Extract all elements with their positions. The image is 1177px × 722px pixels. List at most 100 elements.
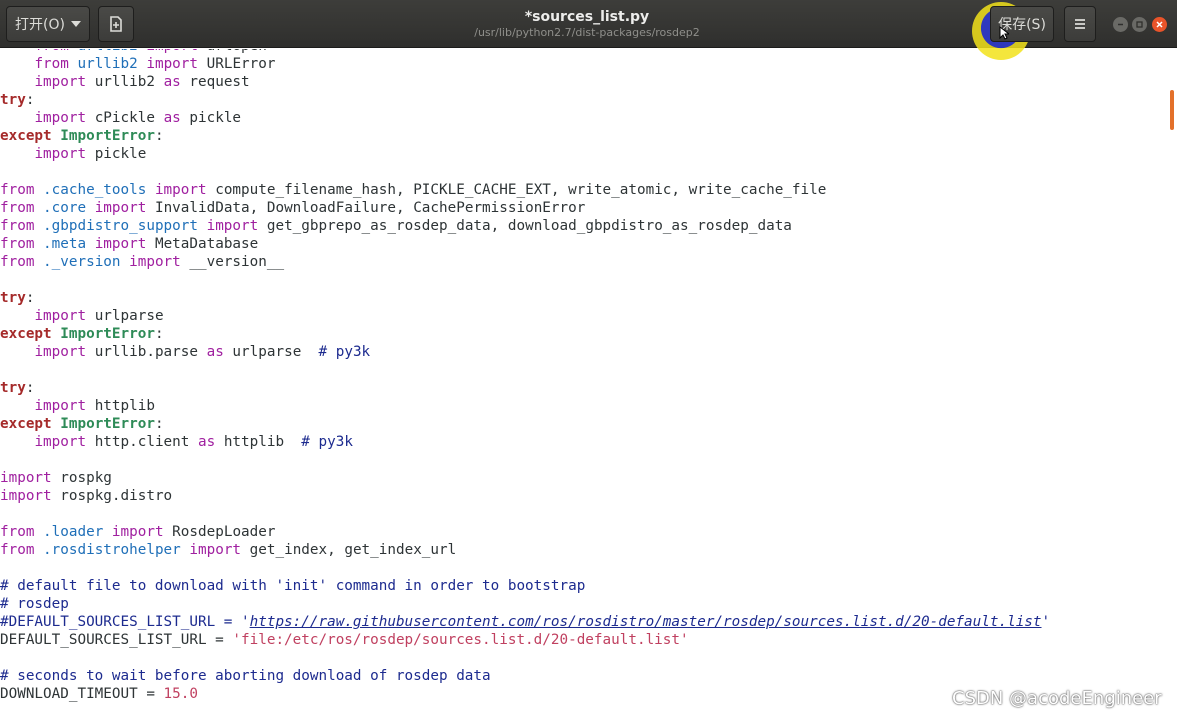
code-line[interactable]	[0, 559, 1050, 577]
code-token: urlparse	[223, 344, 319, 360]
code-token: import	[154, 182, 207, 198]
code-line[interactable]: from .core import InvalidData, DownloadF…	[0, 199, 1050, 217]
code-token: .gbpdistro_support	[43, 218, 198, 234]
code-token: :	[154, 326, 164, 342]
code-line[interactable]: try:	[0, 91, 1050, 109]
maximize-icon	[1136, 21, 1143, 28]
code-line[interactable]: try:	[0, 289, 1050, 307]
code-token: from	[0, 542, 35, 558]
code-token: import	[129, 254, 181, 270]
new-document-button[interactable]	[98, 6, 134, 42]
code-line[interactable]: import urlparse	[0, 307, 1050, 325]
code-token: import	[34, 398, 87, 414]
code-line[interactable]: DOWNLOAD_TIMEOUT = 15.0	[0, 685, 1050, 703]
open-button[interactable]: 打开(O)	[6, 6, 90, 42]
code-token: except	[0, 416, 52, 432]
minimize-button[interactable]	[1113, 17, 1128, 32]
maximize-button[interactable]	[1132, 17, 1147, 32]
code-line[interactable]: except ImportError:	[0, 325, 1050, 343]
code-token: try	[0, 92, 26, 108]
code-token: except	[0, 128, 52, 144]
code-token[interactable]: https://raw.githubusercontent.com/ros/ro…	[250, 614, 1042, 630]
code-token: # rosdep	[0, 596, 69, 612]
code-token: ImportError	[60, 416, 155, 432]
code-line[interactable]: from .meta import MetaDatabase	[0, 235, 1050, 253]
code-line[interactable]	[0, 163, 1050, 181]
hamburger-menu-icon	[1075, 19, 1085, 29]
code-line[interactable]: import rospkg.distro	[0, 487, 1050, 505]
code-token: import	[146, 49, 198, 54]
code-line[interactable]: except ImportError:	[0, 127, 1050, 145]
code-line[interactable]: import httplib	[0, 397, 1050, 415]
scrollbar-thumb[interactable]	[1170, 90, 1174, 130]
code-token: import	[34, 344, 87, 360]
code-line[interactable]: import pickle	[0, 145, 1050, 163]
code-token: urllib2	[86, 74, 164, 90]
code-line[interactable]: #DEFAULT_SOURCES_LIST_URL = 'https://raw…	[0, 613, 1050, 631]
code-token: import	[0, 488, 52, 504]
code-token: :	[154, 416, 164, 432]
code-token: compute_filename_hash, PICKLE_CACHE_EXT,…	[206, 182, 827, 198]
code-token: try	[0, 380, 26, 396]
menu-button[interactable]	[1064, 6, 1096, 42]
close-icon	[1156, 21, 1163, 28]
code-token: ._version	[43, 254, 121, 270]
code-line[interactable]: import urllib2 as request	[0, 73, 1050, 91]
code-token: pickle	[180, 110, 242, 126]
code-token: :	[25, 380, 35, 396]
code-text[interactable]: from urllib2 import urlopen from urllib2…	[0, 49, 1050, 703]
code-editor[interactable]: from urllib2 import urlopen from urllib2…	[0, 49, 1168, 722]
code-line[interactable]: DEFAULT_SOURCES_LIST_URL = 'file:/etc/ro…	[0, 631, 1050, 649]
minimize-icon	[1118, 23, 1123, 26]
code-line[interactable]	[0, 271, 1050, 289]
code-token: import	[34, 146, 87, 162]
code-line[interactable]	[0, 361, 1050, 379]
code-line[interactable]: from .loader import RosdepLoader	[0, 523, 1050, 541]
code-line[interactable]: import cPickle as pickle	[0, 109, 1050, 127]
code-line[interactable]: from ._version import __version__	[0, 253, 1050, 271]
code-token: as	[206, 344, 224, 360]
code-line[interactable]: # seconds to wait before aborting downlo…	[0, 667, 1050, 685]
code-line[interactable]: import rospkg	[0, 469, 1050, 487]
chevron-down-icon	[70, 21, 81, 27]
code-line[interactable]	[0, 505, 1050, 523]
code-token: # default file to download with 'init' c…	[0, 578, 586, 594]
code-line[interactable]: from .cache_tools import compute_filenam…	[0, 181, 1050, 199]
code-token: cPickle	[86, 110, 164, 126]
code-line[interactable]: import http.client as httplib # py3k	[0, 433, 1050, 451]
code-line[interactable]: except ImportError:	[0, 415, 1050, 433]
code-line[interactable]: try:	[0, 379, 1050, 397]
code-token: as	[163, 74, 181, 90]
code-token: import	[34, 434, 87, 450]
close-button[interactable]	[1152, 17, 1167, 32]
watermark: CSDN @acodeEngineer	[952, 688, 1162, 709]
code-token: 'file:/etc/ros/rosdep/sources.list.d/20-…	[232, 632, 689, 648]
code-token: as	[198, 434, 216, 450]
code-line[interactable]	[0, 451, 1050, 469]
code-line[interactable]: # default file to download with 'init' c…	[0, 577, 1050, 595]
code-line[interactable]: import urllib.parse as urlparse # py3k	[0, 343, 1050, 361]
code-token: # py3k	[301, 434, 353, 450]
code-token: import	[111, 524, 164, 540]
code-token: request	[180, 74, 250, 90]
code-token: urllib.parse	[86, 344, 207, 360]
code-line[interactable]: # rosdep	[0, 595, 1050, 613]
code-line[interactable]: from .gbpdistro_support import get_gbpre…	[0, 217, 1050, 235]
code-token: :	[154, 128, 164, 144]
code-line[interactable]: from urllib2 import URLError	[0, 55, 1050, 73]
code-line[interactable]: from .rosdistrohelper import get_index, …	[0, 541, 1050, 559]
code-line[interactable]	[0, 649, 1050, 667]
code-token: RosdepLoader	[163, 524, 276, 540]
